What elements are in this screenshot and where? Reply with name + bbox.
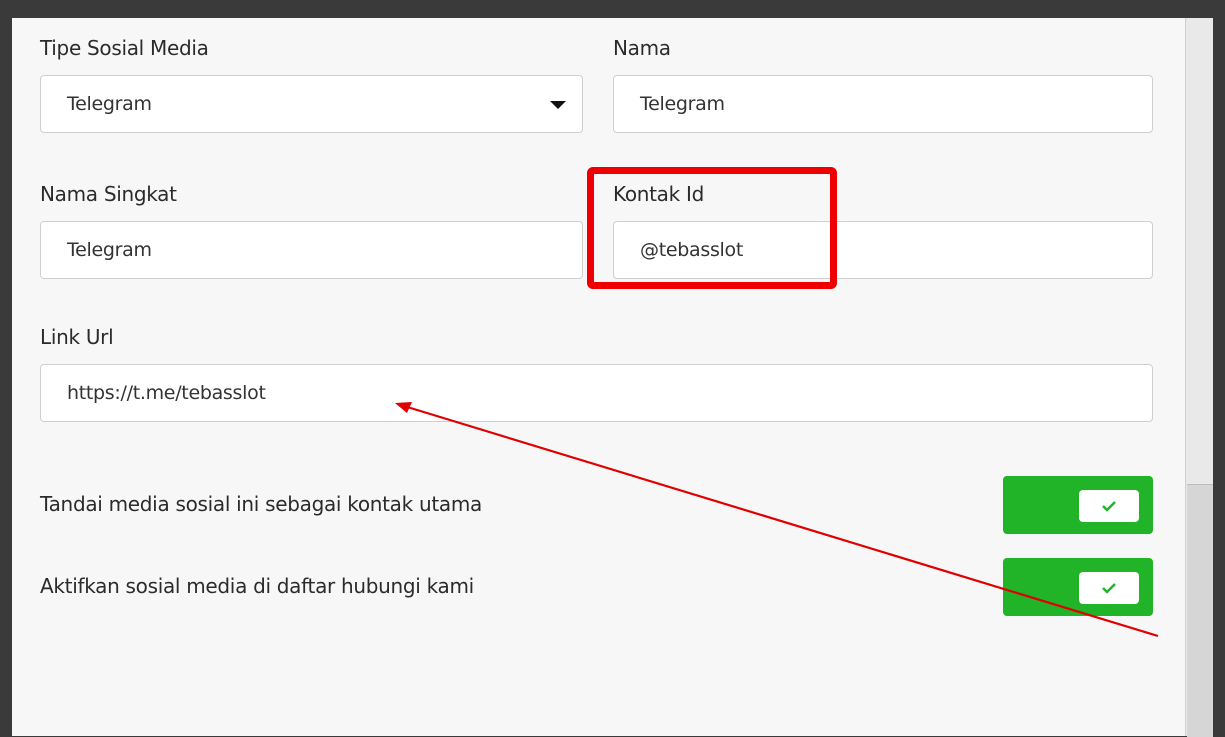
toggle-knob xyxy=(1079,572,1139,604)
window-edge xyxy=(1213,0,1225,736)
hubungi-kami-toggle-label: Aktifkan sosial media di daftar hubungi … xyxy=(40,574,474,598)
hubungi-kami-toggle[interactable] xyxy=(1003,558,1153,616)
tipe-sosial-media-label: Tipe Sosial Media xyxy=(40,36,209,60)
check-icon xyxy=(1102,583,1116,594)
check-icon xyxy=(1102,501,1116,512)
link-url-input[interactable]: https://t.me/tebasslot xyxy=(40,364,1153,422)
nama-singkat-input[interactable]: Telegram xyxy=(40,221,583,279)
annotation-highlight-box xyxy=(587,167,837,289)
kontak-utama-toggle-label: Tandai media sosial ini sebagai kontak u… xyxy=(40,492,482,516)
scrollbar-thumb[interactable] xyxy=(1187,484,1213,737)
toggle-knob xyxy=(1079,490,1139,522)
tipe-sosial-media-value: Telegram xyxy=(67,93,152,115)
kontak-utama-toggle[interactable] xyxy=(1003,476,1153,534)
chevron-down-icon xyxy=(550,101,566,109)
nama-singkat-label: Nama Singkat xyxy=(40,182,177,206)
link-url-label: Link Url xyxy=(40,325,114,349)
nama-input[interactable]: Telegram xyxy=(613,75,1153,133)
tipe-sosial-media-select[interactable]: Telegram xyxy=(40,75,583,133)
nama-label: Nama xyxy=(613,36,671,60)
